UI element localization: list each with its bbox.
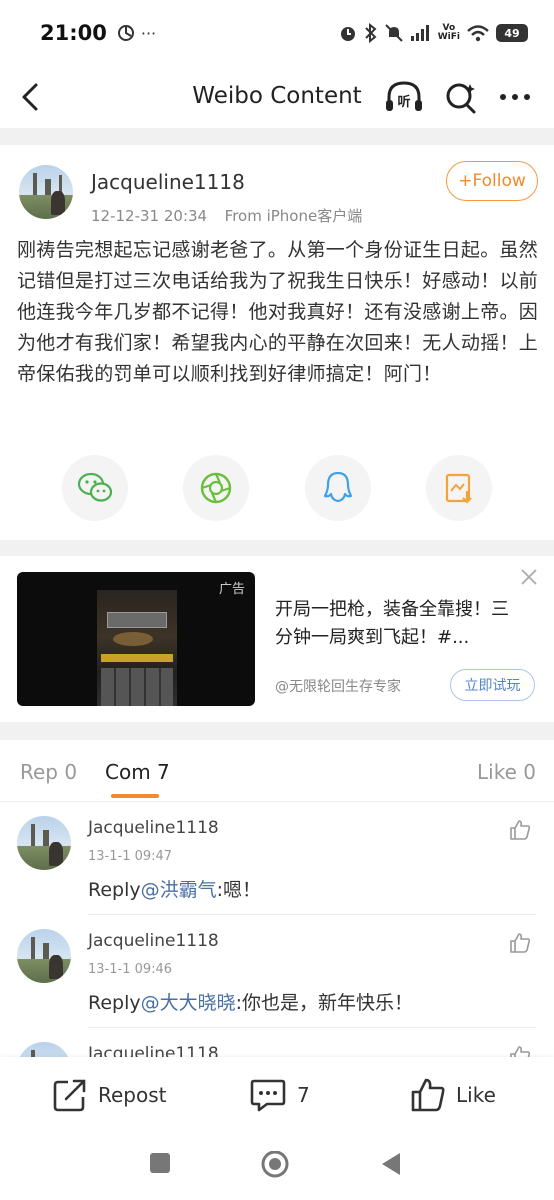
share-row	[0, 455, 554, 521]
search-icon[interactable]	[445, 80, 477, 114]
section-divider	[0, 722, 554, 740]
share-qq-button[interactable]	[305, 455, 371, 521]
author-avatar[interactable]	[19, 165, 73, 219]
comment-time: 13-1-1 09:46	[88, 962, 173, 977]
like-button[interactable]: Like	[410, 1077, 496, 1113]
save-image-icon	[445, 473, 472, 504]
comment-icon	[250, 1079, 286, 1112]
tab-reposts[interactable]: Rep 0	[20, 760, 77, 784]
share-save-image-button[interactable]	[426, 455, 492, 521]
ad-label: 广告	[218, 582, 245, 597]
ad-title: 开局一把枪，装备全靠搜！三分钟一局爽到飞起！#...	[275, 599, 509, 648]
section-divider	[0, 540, 554, 556]
active-tab-indicator	[111, 794, 159, 798]
sync-icon	[117, 25, 134, 41]
alarm-icon	[340, 27, 355, 41]
commenter-avatar[interactable]	[17, 816, 71, 870]
commenter-name[interactable]: Jacqueline1118	[88, 931, 219, 951]
wifi-icon	[467, 25, 489, 42]
section-divider	[0, 128, 554, 145]
post-source: From iPhone客户端	[224, 207, 363, 225]
comment-text: Reply@大大晓晓:你也是，新年快乐！	[88, 992, 414, 1014]
comment-text: Reply@洪霸气:嗯！	[88, 879, 262, 901]
post-meta: 12-12-31 20:34 From iPhone客户端	[91, 205, 362, 226]
ad-try-now-button[interactable]: 立即试玩	[450, 669, 535, 701]
bottom-action-bar: Repost 7 Like	[0, 1057, 554, 1137]
thumbs-up-icon	[411, 1078, 445, 1112]
svg-text:听: 听	[397, 94, 410, 110]
tab-comments[interactable]: Com 7	[105, 760, 170, 784]
follow-button[interactable]: +Follow	[446, 161, 538, 201]
interaction-tabs: Rep 0 Com 7 Like 0	[0, 740, 554, 802]
close-icon[interactable]	[520, 568, 538, 586]
status-left-icons: ···	[117, 24, 156, 43]
more-options-icon[interactable]	[498, 82, 532, 112]
comment-like-icon[interactable]	[508, 931, 532, 955]
moments-icon	[200, 472, 232, 504]
comment-mention[interactable]: @洪霸气	[141, 879, 217, 901]
back-icon[interactable]	[380, 1151, 402, 1177]
top-nav-bar: Weibo Content 听	[0, 66, 554, 128]
comment-item: Jacqueline1118 13-1-1 09:47 Reply@洪霸气:嗯！	[0, 802, 554, 915]
comment-time: 13-1-1 09:47	[88, 849, 173, 864]
qq-icon	[323, 471, 353, 503]
tab-likes[interactable]: Like 0	[477, 760, 536, 784]
share-moments-button[interactable]	[183, 455, 249, 521]
status-more-notifications: ···	[140, 23, 157, 43]
comment-button[interactable]: 7	[249, 1077, 310, 1113]
comment-item: Jacqueline1118 13-1-1 09:46 Reply@大大晓晓:你…	[0, 915, 554, 1028]
wechat-icon	[77, 472, 113, 502]
repost-label: Repost	[98, 1083, 167, 1107]
home-icon[interactable]	[261, 1151, 289, 1179]
comment-like-icon[interactable]	[508, 818, 532, 842]
commenter-name[interactable]: Jacqueline1118	[88, 818, 219, 838]
mute-icon	[385, 24, 403, 42]
post-timestamp: 12-12-31 20:34	[91, 207, 208, 225]
post-body-text: 刚祷告完想起忘记感谢老爸了。从第一个身份证生日起。虽然记错但是打过三次电话给我为…	[17, 239, 539, 385]
vowifi-label: Vo WiFi	[437, 23, 460, 42]
bluetooth-icon	[365, 23, 377, 43]
share-wechat-button[interactable]	[62, 455, 128, 521]
ad-thumbnail[interactable]: 广告	[17, 572, 255, 706]
recent-apps-icon[interactable]	[149, 1151, 171, 1175]
weibo-post: Jacqueline1118 12-12-31 20:34 From iPhon…	[0, 145, 554, 540]
battery-indicator: 49	[496, 24, 528, 42]
commenter-avatar[interactable]	[17, 929, 71, 983]
repost-icon	[53, 1079, 86, 1112]
repost-button[interactable]: Repost	[52, 1077, 167, 1113]
listen-icon[interactable]: 听	[384, 80, 424, 114]
like-label: Like	[456, 1083, 496, 1107]
comment-count: 7	[297, 1083, 310, 1107]
comment-mention[interactable]: @大大晓晓	[141, 992, 236, 1014]
ad-game-screenshot	[97, 590, 177, 706]
ad-card[interactable]: 广告 开局一把枪，装备全靠搜！三分钟一局爽到飞起！#... @无限轮回生存专家 …	[0, 556, 554, 722]
ad-source: @无限轮回生存专家	[275, 679, 401, 695]
status-right-icons: Vo WiFi 49	[338, 23, 528, 43]
author-name[interactable]: Jacqueline1118	[91, 170, 245, 194]
status-time: 21:00	[40, 21, 107, 45]
status-bar: 21:00 ··· Vo WiFi 49	[0, 0, 554, 66]
signal-icon	[410, 25, 429, 41]
system-navigation-bar	[0, 1137, 554, 1200]
